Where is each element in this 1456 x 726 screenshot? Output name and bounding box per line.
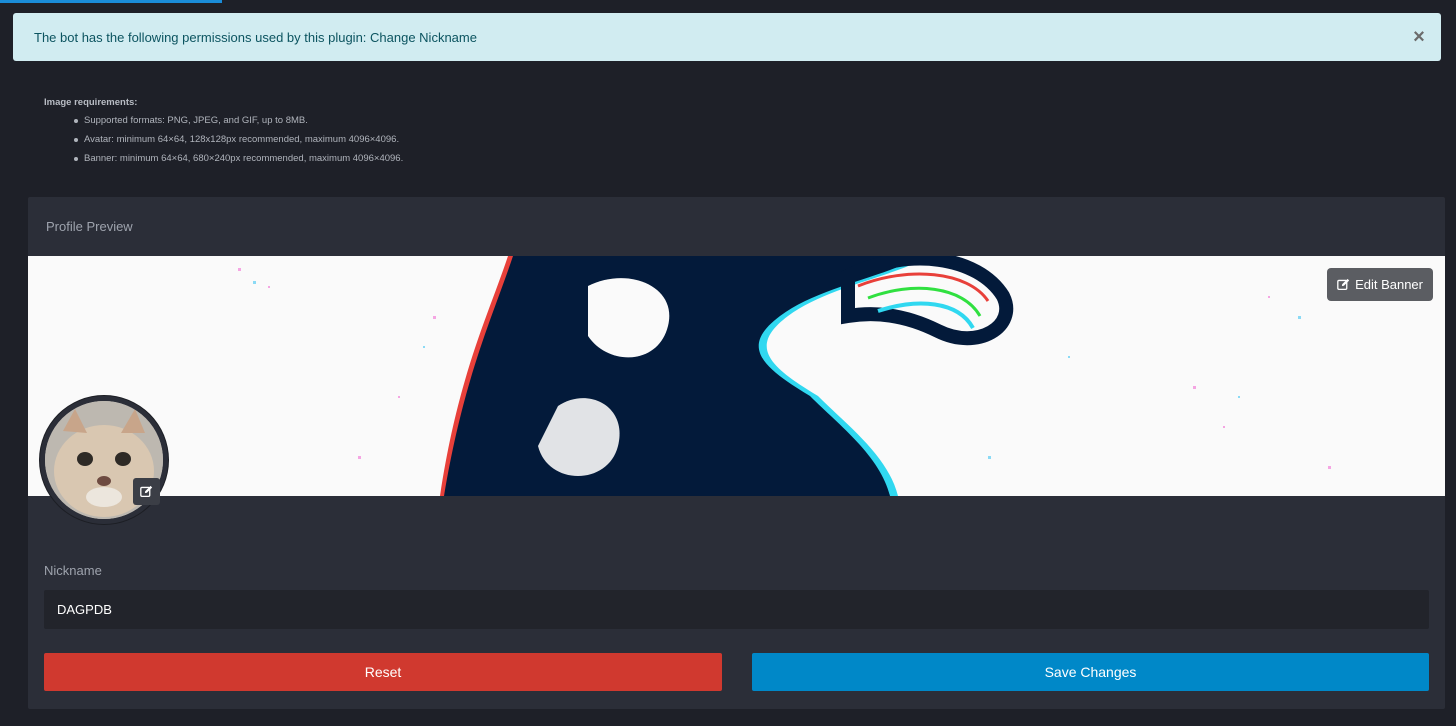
requirement-item: Banner: minimum 64×64, 680×240px recomme… xyxy=(74,153,403,164)
requirement-item: Avatar: minimum 64×64, 128x128px recomme… xyxy=(74,134,403,145)
requirements-title: Image requirements: xyxy=(44,97,138,108)
edit-icon xyxy=(1337,278,1350,291)
permissions-alert: The bot has the following permissions us… xyxy=(13,13,1441,61)
edit-avatar-button[interactable] xyxy=(133,478,160,505)
edit-banner-button[interactable]: Edit Banner xyxy=(1327,268,1433,301)
top-progress-bar xyxy=(0,0,222,3)
close-icon[interactable]: × xyxy=(1407,25,1431,49)
edit-banner-label: Edit Banner xyxy=(1355,277,1423,292)
requirement-item: Supported formats: PNG, JPEG, and GIF, u… xyxy=(74,115,403,126)
alert-message: The bot has the following permissions us… xyxy=(34,29,477,45)
requirements-list: Supported formats: PNG, JPEG, and GIF, u… xyxy=(44,115,403,164)
nickname-input[interactable] xyxy=(44,590,1429,629)
banner-image: Edit Banner xyxy=(28,256,1445,496)
save-changes-button[interactable]: Save Changes xyxy=(752,653,1429,691)
image-requirements: Image requirements: Supported formats: P… xyxy=(44,97,403,172)
banner-artwork xyxy=(238,256,1331,496)
profile-preview-card: Profile Preview Edit Banner Nickname DAG… xyxy=(28,197,1445,709)
profile-preview-title: Profile Preview xyxy=(46,219,133,234)
reset-button[interactable]: Reset xyxy=(44,653,722,691)
edit-icon xyxy=(140,485,153,498)
nickname-label: Nickname xyxy=(44,563,102,578)
